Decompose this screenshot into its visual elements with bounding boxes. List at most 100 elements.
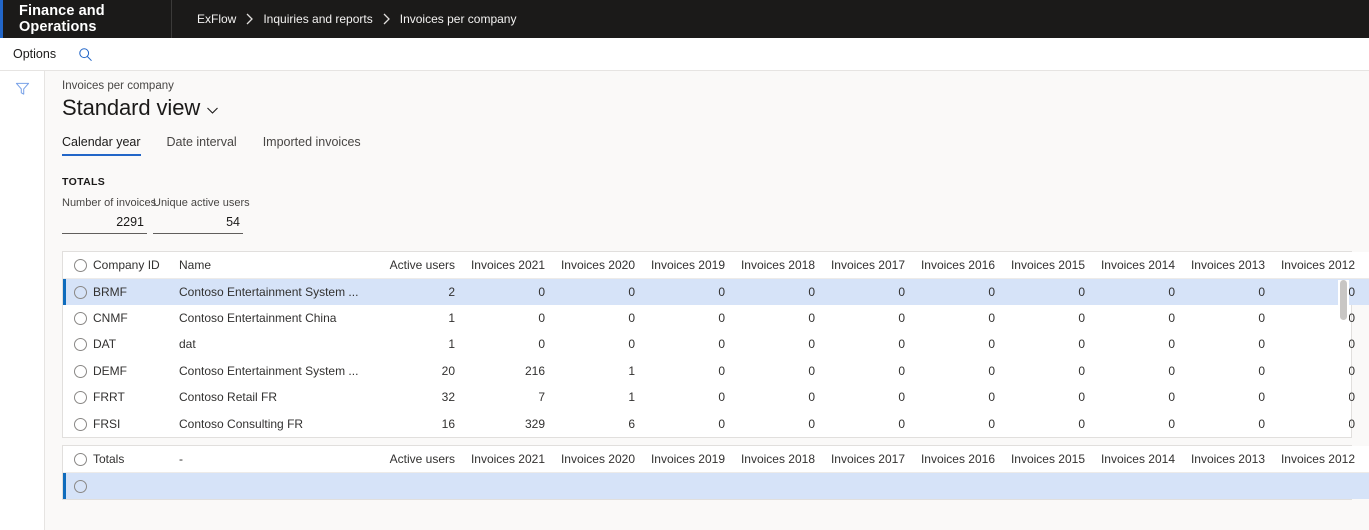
totals-column-header-invoices-2014[interactable]: Invoices 2014 bbox=[1097, 446, 1187, 473]
chevron-down-icon[interactable] bbox=[206, 101, 219, 115]
totals-column-header-invoices-2013[interactable]: Invoices 2013 bbox=[1187, 446, 1277, 473]
filter-funnel-icon[interactable] bbox=[15, 82, 30, 96]
row-select-cell[interactable] bbox=[63, 384, 93, 411]
totals-column-header-invoices-2012[interactable]: Invoices 2012 bbox=[1277, 446, 1367, 473]
header-row: Company ID Name Active users Invoices 20… bbox=[63, 252, 1369, 279]
row-select-cell[interactable] bbox=[63, 411, 93, 438]
column-header-name[interactable]: Name bbox=[179, 252, 377, 279]
totals-column-header-invoices-2021[interactable]: Invoices 2021 bbox=[467, 446, 557, 473]
row-select-cell[interactable] bbox=[63, 358, 93, 385]
column-header-company-id[interactable]: Company ID bbox=[93, 252, 179, 279]
cell-invoices-2016: 0 bbox=[988, 337, 995, 352]
empty-cell bbox=[647, 472, 737, 499]
totals-column-header-invoices-2016[interactable]: Invoices 2016 bbox=[917, 446, 1007, 473]
scrollbar-thumb[interactable] bbox=[1340, 280, 1347, 320]
empty-cell bbox=[557, 472, 647, 499]
column-header-invoices-2013[interactable]: Invoices 2013 bbox=[1187, 252, 1277, 279]
totals-column-header-invoices-2020[interactable]: Invoices 2020 bbox=[557, 446, 647, 473]
breadcrumb-item-exflow[interactable]: ExFlow bbox=[197, 12, 236, 26]
totals-select-radio[interactable] bbox=[74, 452, 87, 466]
column-header-invoices-2018[interactable]: Invoices 2018 bbox=[737, 252, 827, 279]
column-header-invoices-2020[interactable]: Invoices 2020 bbox=[557, 252, 647, 279]
cell-invoices-2017: 0 bbox=[898, 337, 905, 352]
row-select-cell[interactable] bbox=[63, 278, 93, 305]
table-row[interactable]: FRSI Contoso Consulting FR 16 329 6 0 0 … bbox=[63, 411, 1369, 438]
table-row[interactable]: CNMF Contoso Entertainment China 1 0 0 0… bbox=[63, 305, 1369, 332]
cell-invoices-2016: 0 bbox=[988, 363, 995, 378]
cell-invoices-2014: 0 bbox=[1168, 310, 1175, 325]
select-all-radio[interactable] bbox=[74, 258, 87, 272]
options-button[interactable]: Options bbox=[0, 38, 70, 71]
breadcrumb-item-invoices-per-company[interactable]: Invoices per company bbox=[400, 12, 517, 26]
cell-company-id[interactable]: DAT bbox=[93, 331, 179, 358]
totals-select-cell[interactable] bbox=[63, 446, 93, 473]
cell-invoices-2020: 0 bbox=[557, 278, 647, 305]
tab-calendar-year[interactable]: Calendar year bbox=[62, 135, 154, 156]
field-value[interactable]: 2291 bbox=[62, 215, 147, 234]
cell-company-id[interactable]: FRSI bbox=[93, 411, 179, 438]
cell-invoices-2013: 0 bbox=[1258, 363, 1265, 378]
cell-invoices-2020: 0 bbox=[628, 337, 635, 352]
column-header-invoices-2021[interactable]: Invoices 2021 bbox=[467, 252, 557, 279]
table-row[interactable]: FRRT Contoso Retail FR 32 7 1 0 0 0 0 0 … bbox=[63, 384, 1369, 411]
totals-empty-row[interactable] bbox=[63, 472, 1369, 499]
empty-cell bbox=[179, 472, 377, 499]
column-header-invoices-2019[interactable]: Invoices 2019 bbox=[647, 252, 737, 279]
row-radio[interactable] bbox=[74, 364, 87, 378]
row-radio[interactable] bbox=[74, 417, 87, 431]
column-header-invoices-2014[interactable]: Invoices 2014 bbox=[1097, 252, 1187, 279]
empty-cell bbox=[737, 472, 827, 499]
field-value[interactable]: 54 bbox=[153, 215, 243, 234]
cell-invoices-2017: 0 bbox=[898, 390, 905, 405]
cell-invoices-2015: 0 bbox=[1078, 363, 1085, 378]
row-select-cell[interactable] bbox=[63, 305, 93, 332]
totals-column-header-invoices-2017[interactable]: Invoices 2017 bbox=[827, 446, 917, 473]
cell-invoices-2016: 0 bbox=[988, 310, 995, 325]
cell-invoices-2012: 0 bbox=[1348, 337, 1355, 352]
totals-column-header-invoices-2018[interactable]: Invoices 2018 bbox=[737, 446, 827, 473]
totals-column-header-invoices-2019[interactable]: Invoices 2019 bbox=[647, 446, 737, 473]
row-radio[interactable] bbox=[74, 285, 87, 299]
totals-column-header-invoices-2015[interactable]: Invoices 2015 bbox=[1007, 446, 1097, 473]
field-number-of-invoices: Number of invoices 2291 bbox=[62, 197, 156, 234]
cell-company-id[interactable]: CNMF bbox=[93, 305, 179, 332]
column-header-invoices-2017[interactable]: Invoices 2017 bbox=[827, 252, 917, 279]
cell-active-users: 32 bbox=[441, 390, 455, 405]
breadcrumb-item-inquiries-and-reports[interactable]: Inquiries and reports bbox=[263, 12, 372, 26]
chevron-right-icon bbox=[382, 13, 391, 25]
cell-company-id[interactable]: BRMF bbox=[93, 278, 179, 305]
totals-grid: Totals - Active users Invoices 2021 Invo… bbox=[62, 445, 1369, 500]
table-row[interactable]: DEMF Contoso Entertainment System ... 20… bbox=[63, 358, 1369, 385]
tab-date-interval[interactable]: Date interval bbox=[154, 135, 250, 156]
tab-imported-invoices[interactable]: Imported invoices bbox=[250, 135, 374, 156]
chevron-right-icon bbox=[245, 13, 254, 25]
row-radio[interactable] bbox=[74, 311, 87, 325]
column-header-active-users[interactable]: Active users bbox=[377, 252, 467, 279]
empty-cell bbox=[917, 472, 1007, 499]
cell-invoices-2021: 0 bbox=[538, 310, 545, 325]
cell-invoices-2013: 0 bbox=[1258, 390, 1265, 405]
empty-cell bbox=[827, 472, 917, 499]
cell-invoices-2015: 0 bbox=[1078, 337, 1085, 352]
cell-invoices-2020: 6 bbox=[628, 416, 635, 431]
column-header-invoices-2015[interactable]: Invoices 2015 bbox=[1007, 252, 1097, 279]
column-header-invoices-2016[interactable]: Invoices 2016 bbox=[917, 252, 1007, 279]
search-icon[interactable] bbox=[70, 38, 100, 71]
row-select-cell[interactable] bbox=[63, 472, 93, 499]
select-all-cell[interactable] bbox=[63, 252, 93, 279]
cell-company-id[interactable]: FRRT bbox=[93, 384, 179, 411]
column-header-invoices-2012[interactable]: Invoices 2012 bbox=[1277, 252, 1367, 279]
row-radio[interactable] bbox=[74, 479, 87, 493]
breadcrumb: ExFlow Inquiries and reports Invoices pe… bbox=[172, 12, 516, 26]
grid-vertical-scrollbar[interactable] bbox=[1338, 280, 1349, 434]
row-radio[interactable] bbox=[74, 391, 87, 405]
row-radio[interactable] bbox=[74, 338, 87, 352]
row-select-cell[interactable] bbox=[63, 331, 93, 358]
cell-invoices-2018: 0 bbox=[808, 310, 815, 325]
view-selector[interactable]: Standard view bbox=[62, 95, 1369, 121]
cell-company-id[interactable]: DEMF bbox=[93, 358, 179, 385]
table-row[interactable]: BRMF Contoso Entertainment System ... 2 … bbox=[63, 278, 1369, 305]
table-row[interactable]: DAT dat 1 0 0 0 0 0 0 0 0 0 0 0 bbox=[63, 331, 1369, 358]
totals-column-header-active-users[interactable]: Active users bbox=[377, 446, 467, 473]
cell-name: Contoso Entertainment System ... bbox=[179, 363, 359, 378]
